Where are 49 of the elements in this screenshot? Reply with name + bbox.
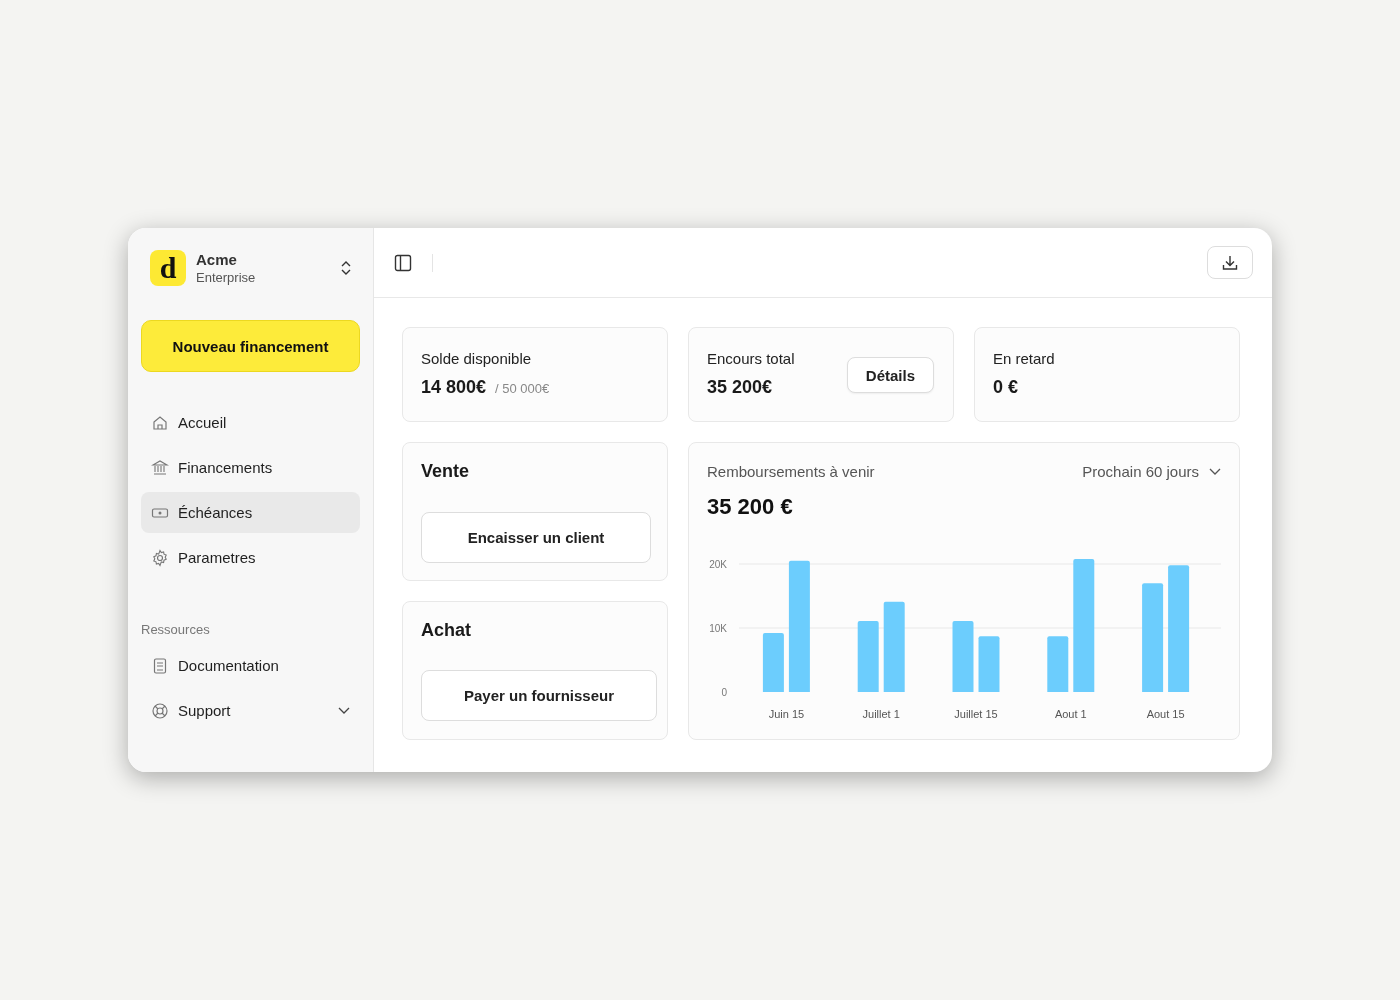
stat-limit: / 50 000€: [495, 381, 550, 396]
stat-label: Encours total: [707, 350, 796, 367]
settings-icon: [151, 548, 169, 567]
stat-label: Solde disponible: [421, 350, 533, 367]
download-button[interactable]: [1207, 246, 1253, 279]
details-button[interactable]: Détails: [846, 357, 934, 393]
card-title: Remboursements à venir: [707, 463, 875, 480]
stat-value: 35 200€: [707, 377, 773, 398]
stat-value: 0 €: [993, 377, 1019, 398]
nav-item[interactable]: Accueil: [141, 402, 360, 443]
workspace-plan: Enterprise: [196, 270, 257, 285]
axis-label: 10K: [709, 623, 727, 634]
nav-item[interactable]: Support: [141, 690, 360, 731]
action-button[interactable]: Encaisser un client: [421, 512, 651, 563]
card-title: Achat: [421, 620, 472, 641]
total-amount: 35 200 €: [707, 494, 794, 520]
stat-value: 14 800€: [421, 377, 487, 398]
sidebar-toggle-icon[interactable]: [394, 253, 412, 272]
download-icon: [1221, 253, 1239, 272]
axis-label: Juillet 15: [954, 708, 998, 720]
stat-label: En retard: [993, 350, 1056, 367]
period-dropdown[interactable]: Prochain 60 jours: [1082, 463, 1221, 480]
nav-item[interactable]: Parametres: [141, 537, 360, 578]
bar: [1047, 636, 1069, 692]
workspace-name: Acme: [196, 251, 238, 268]
bar: [978, 636, 1000, 692]
document-icon: [151, 656, 169, 675]
new-financing-button[interactable]: Nouveau financement: [141, 320, 360, 372]
logo-icon: d: [150, 250, 186, 286]
chevron-down-icon: [338, 706, 350, 715]
axis-label: Aout 15: [1146, 708, 1185, 720]
nav-item[interactable]: Échéances: [141, 492, 360, 533]
nav-item[interactable]: Financements: [141, 447, 360, 488]
nav-item[interactable]: Documentation: [141, 645, 360, 686]
switcher-icon[interactable]: [340, 260, 352, 276]
lifebuoy-icon: [151, 701, 169, 720]
chevron-down-icon: [1209, 467, 1221, 476]
axis-label: Juin 15: [768, 708, 805, 720]
card-title: Vente: [421, 461, 471, 482]
action-button[interactable]: Payer un fournisseur: [421, 670, 657, 721]
axis-label: 0: [721, 687, 727, 698]
axis-label: 20K: [709, 559, 727, 570]
bar: [952, 620, 974, 692]
bank-icon: [151, 458, 169, 477]
bar: [762, 633, 784, 692]
section-title: Ressources: [141, 622, 211, 637]
axis-label: Juillet 1: [862, 708, 900, 720]
axis-label: Aout 1: [1054, 708, 1087, 720]
bar: [857, 620, 879, 692]
